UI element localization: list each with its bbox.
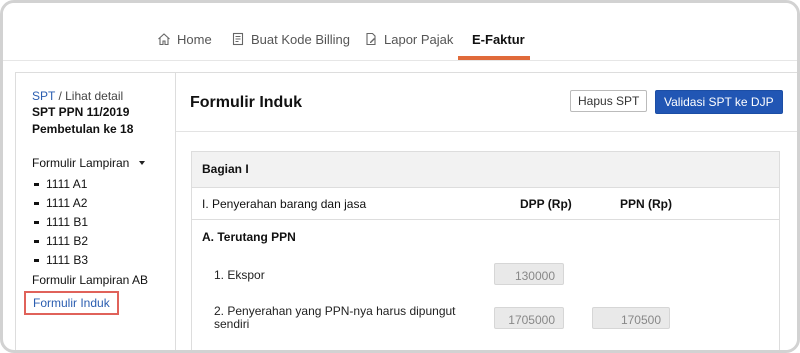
nav-buat-kode-billing-label: Buat Kode Billing (251, 31, 351, 47)
ekspor-dpp-field[interactable] (494, 263, 564, 285)
lampiran-item-1111-b3[interactable]: 1111 B3 (34, 253, 88, 267)
spt-heading: SPT PPN 11/2019 Pembetulan ke 18 (32, 104, 133, 138)
bullet-icon (34, 258, 39, 262)
formulir-induk-link[interactable]: Formulir Induk (24, 291, 119, 315)
item-penyerahan-label-line1: 2. Penyerahan yang PPN-nya harus dipungu… (214, 304, 456, 318)
lampiran-item-label: 1111 B1 (46, 215, 89, 229)
lampiran-item-1111-b1[interactable]: 1111 B1 (34, 215, 88, 229)
bullet-icon (34, 182, 39, 186)
bagian-panel: Bagian I I. Penyerahan barang dan jasa D… (191, 151, 780, 350)
lampiran-item-1111-b2[interactable]: 1111 B2 (34, 234, 88, 248)
formulir-lampiran-ab-link[interactable]: Formulir Lampiran AB (32, 273, 148, 287)
nav-e-faktur-label: E-Faktur (472, 31, 525, 47)
nav-home-label: Home (177, 31, 212, 47)
page-title: Formulir Induk (190, 94, 302, 111)
formulir-lampiran-label: Formulir Lampiran (32, 156, 130, 170)
lampiran-item-label: 1111 A2 (46, 196, 88, 210)
lampiran-item-1111-a1[interactable]: 1111 A1 (34, 177, 87, 191)
penyerahan-ppn-field[interactable] (592, 307, 670, 329)
top-nav: Home Buat Kode Billing Lapor Pajak E-Fak… (3, 3, 797, 61)
document-edit-icon (366, 32, 376, 46)
lampiran-item-label: 1111 B2 (46, 234, 89, 248)
subsection-title: A. Terutang PPN (202, 230, 296, 244)
chevron-down-icon (139, 161, 146, 165)
breadcrumb-current: / Lihat detail (58, 89, 124, 103)
app-window: Home Buat Kode Billing Lapor Pajak E-Fak… (0, 0, 800, 353)
lampiran-item-1111-a2[interactable]: 1111 A2 (34, 196, 87, 210)
column-header-dpp: DPP (Rp) (520, 197, 572, 211)
home-icon (158, 33, 170, 46)
section-title: Bagian I (202, 162, 249, 176)
spt-subtitle: Pembetulan ke 18 (32, 122, 134, 136)
item-ekspor-label: 1. Ekspor (214, 268, 265, 282)
main-content: Formulir Induk Hapus SPT Validasi SPT ke… (175, 72, 797, 350)
formulir-lampiran-toggle[interactable]: Formulir Lampiran (32, 156, 146, 170)
breadcrumb-spt-link[interactable]: SPT (32, 89, 55, 103)
spt-title: SPT PPN 11/2019 (32, 105, 130, 119)
bullet-icon (34, 220, 39, 224)
nav-lapor-pajak[interactable]: Lapor Pajak (364, 29, 453, 49)
divider (176, 131, 797, 132)
column-header-ppn: PPN (Rp) (620, 197, 672, 211)
row-label: I. Penyerahan barang dan jasa (202, 197, 367, 211)
nav-home[interactable]: Home (157, 29, 212, 49)
lampiran-item-label: 1111 B3 (46, 253, 89, 267)
active-tab-indicator (458, 56, 530, 60)
hapus-spt-button[interactable]: Hapus SPT (570, 90, 648, 112)
lampiran-item-label: 1111 A1 (46, 177, 88, 191)
nav-buat-kode-billing[interactable]: Buat Kode Billing (231, 29, 350, 49)
validasi-spt-button[interactable]: Validasi SPT ke DJP (655, 90, 783, 114)
panel-header: Bagian I (192, 152, 779, 188)
penyerahan-dpp-field[interactable] (494, 307, 564, 329)
bullet-icon (34, 239, 39, 243)
receipt-icon (232, 32, 244, 46)
nav-e-faktur[interactable]: E-Faktur (472, 29, 525, 49)
nav-lapor-pajak-label: Lapor Pajak (384, 31, 454, 47)
item-penyerahan-label: 2. Penyerahan yang PPN-nya harus dipungu… (214, 305, 456, 331)
bullet-icon (34, 201, 39, 205)
sidebar: SPT / Lihat detail SPT PPN 11/2019 Pembe… (15, 72, 176, 350)
column-header-row: I. Penyerahan barang dan jasa DPP (Rp) P… (192, 188, 779, 220)
item-penyerahan-label-line2: sendiri (214, 317, 250, 331)
breadcrumb: SPT / Lihat detail (32, 89, 123, 103)
